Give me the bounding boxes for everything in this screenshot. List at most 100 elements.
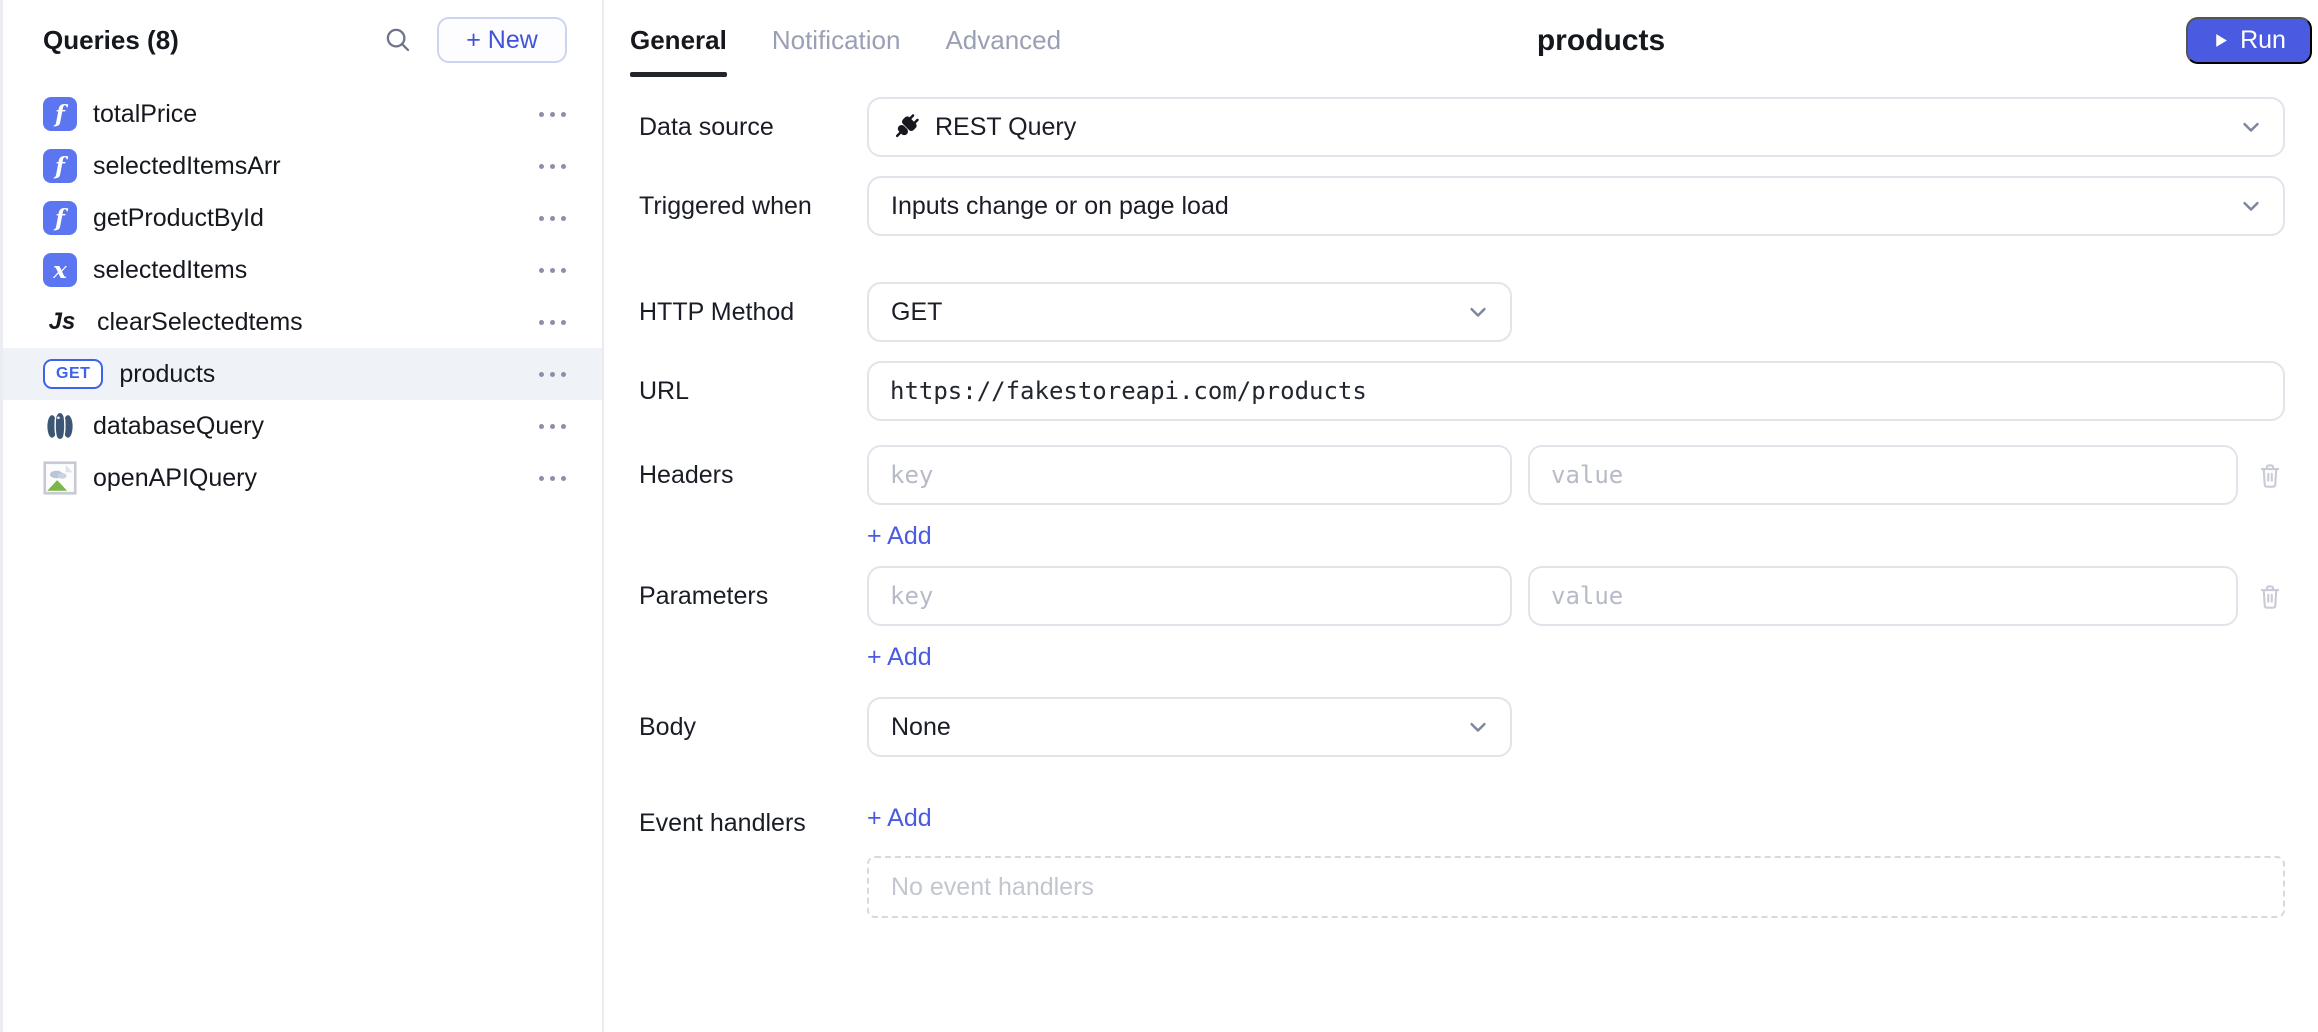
data-source-select[interactable]: REST Query <box>867 97 2285 157</box>
chevron-down-icon <box>1464 298 1492 326</box>
query-name: selectedItems <box>93 256 247 285</box>
url-input[interactable] <box>867 361 2285 421</box>
query-icon-slot: f <box>43 201 77 235</box>
query-form: Data source REST Query <box>606 84 2318 918</box>
play-icon <box>2212 32 2229 49</box>
query-name: totalPrice <box>93 100 197 129</box>
tab-notification-label: Notification <box>772 25 901 55</box>
data-source-label: Data source <box>639 97 867 157</box>
query-list-item-openAPIQuery[interactable]: openAPIQuery <box>3 452 602 504</box>
parameter-value-input[interactable] <box>1528 566 2238 626</box>
search-icon[interactable] <box>383 25 413 55</box>
tab-advanced[interactable]: Advanced <box>945 25 1061 56</box>
query-name: databaseQuery <box>93 412 264 441</box>
query-list-item-selectedItemsArr[interactable]: f selectedItemsArr <box>3 140 602 192</box>
query-menu-button[interactable] <box>539 320 566 325</box>
query-list-item-selectedItems[interactable]: x selectedItems <box>3 244 602 296</box>
http-method-select[interactable]: GET <box>867 282 1512 342</box>
query-list-item-products[interactable]: GET products <box>3 348 602 400</box>
function-f-icon: f <box>43 97 77 131</box>
new-query-button[interactable]: + New <box>437 17 567 63</box>
query-menu-button[interactable] <box>539 476 566 481</box>
query-detail-header: General Notification Advanced products R… <box>606 0 2318 84</box>
trash-icon[interactable] <box>2255 581 2285 611</box>
query-icon-slot <box>43 409 77 443</box>
function-f-icon: f <box>43 149 77 183</box>
query-name: getProductById <box>93 204 264 233</box>
event-handlers-label: Event handlers <box>639 803 867 843</box>
url-label: URL <box>639 361 867 421</box>
sidebar-header: Queries (8) + New <box>3 0 602 80</box>
query-menu-button[interactable] <box>539 372 566 377</box>
function-f-icon: f <box>43 201 77 235</box>
query-list: f totalPrice f selectedItemsArr f getPro… <box>3 80 602 504</box>
trash-icon[interactable] <box>2255 460 2285 490</box>
query-icon-slot: Js <box>43 305 81 339</box>
query-list-item-databaseQuery[interactable]: databaseQuery <box>3 400 602 452</box>
header-value-input[interactable] <box>1528 445 2238 505</box>
query-icon-slot <box>43 461 77 495</box>
javascript-icon: Js <box>43 305 81 339</box>
transformer-x-icon: x <box>43 253 77 287</box>
body-label: Body <box>639 697 867 757</box>
body-value: None <box>891 713 951 742</box>
add-parameter-link[interactable]: + Add <box>867 642 932 672</box>
headers-label: Headers <box>639 445 867 505</box>
event-handlers-empty-state: No event handlers <box>867 856 2285 918</box>
triggered-when-label: Triggered when <box>639 176 867 236</box>
query-menu-button[interactable] <box>539 216 566 221</box>
queries-title: Queries (8) <box>43 25 179 56</box>
triggered-when-row: Triggered when Inputs change or on page … <box>639 176 2285 236</box>
query-name: selectedItemsArr <box>93 152 281 181</box>
query-name: openAPIQuery <box>93 464 257 493</box>
run-button-label: Run <box>2240 26 2286 55</box>
http-method-value: GET <box>891 298 942 327</box>
parameters-label: Parameters <box>639 566 867 626</box>
page-title: products <box>1537 24 1665 58</box>
query-menu-button[interactable] <box>539 112 566 117</box>
postgresql-icon <box>43 409 77 443</box>
chevron-down-icon <box>2237 192 2265 220</box>
triggered-when-select[interactable]: Inputs change or on page load <box>867 176 2285 236</box>
query-list-item-totalPrice[interactable]: f totalPrice <box>3 88 602 140</box>
tab-advanced-label: Advanced <box>945 25 1061 55</box>
headers-row: Headers + <box>639 445 2285 551</box>
query-icon-slot: f <box>43 97 77 131</box>
data-source-value: REST Query <box>935 113 1076 142</box>
event-handlers-empty-text: No event handlers <box>891 873 1094 902</box>
body-select[interactable]: None <box>867 697 1512 757</box>
plug-icon <box>891 112 921 142</box>
query-name: clearSelectedtems <box>97 308 303 337</box>
parameter-key-input[interactable] <box>867 566 1512 626</box>
query-menu-button[interactable] <box>539 164 566 169</box>
add-header-link[interactable]: + Add <box>867 521 932 551</box>
query-editor-app: Queries (8) + New f totalPrice f selecte… <box>0 0 2318 1032</box>
url-row: URL <box>639 361 2285 421</box>
image-placeholder-icon <box>43 461 77 495</box>
query-list-item-getProductById[interactable]: f getProductById <box>3 192 602 244</box>
tab-general-label: General <box>630 25 727 55</box>
query-icon-slot: f <box>43 149 77 183</box>
query-name: products <box>119 360 215 389</box>
queries-sidebar: Queries (8) + New f totalPrice f selecte… <box>0 0 604 1032</box>
query-list-item-clearSelectedtems[interactable]: Js clearSelectedtems <box>3 296 602 348</box>
triggered-when-value: Inputs change or on page load <box>891 192 1229 221</box>
parameters-row: Parameters <box>639 566 2285 672</box>
event-handlers-row: Event handlers + Add No event handlers <box>639 803 2285 918</box>
query-icon-slot: GET <box>43 359 103 389</box>
query-detail-panel: General Notification Advanced products R… <box>606 0 2318 1032</box>
chevron-down-icon <box>2237 113 2265 141</box>
query-menu-button[interactable] <box>539 268 566 273</box>
add-event-handler-link[interactable]: + Add <box>867 803 932 833</box>
get-method-badge: GET <box>43 359 103 389</box>
header-key-input[interactable] <box>867 445 1512 505</box>
run-button[interactable]: Run <box>2186 17 2312 64</box>
tabs: General Notification Advanced <box>606 0 2318 80</box>
chevron-down-icon <box>1464 713 1492 741</box>
tab-notification[interactable]: Notification <box>772 25 901 56</box>
body-row: Body None <box>639 697 2285 757</box>
data-source-row: Data source REST Query <box>639 97 2285 157</box>
query-menu-button[interactable] <box>539 424 566 429</box>
tab-general[interactable]: General <box>630 25 727 56</box>
http-method-label: HTTP Method <box>639 282 867 342</box>
